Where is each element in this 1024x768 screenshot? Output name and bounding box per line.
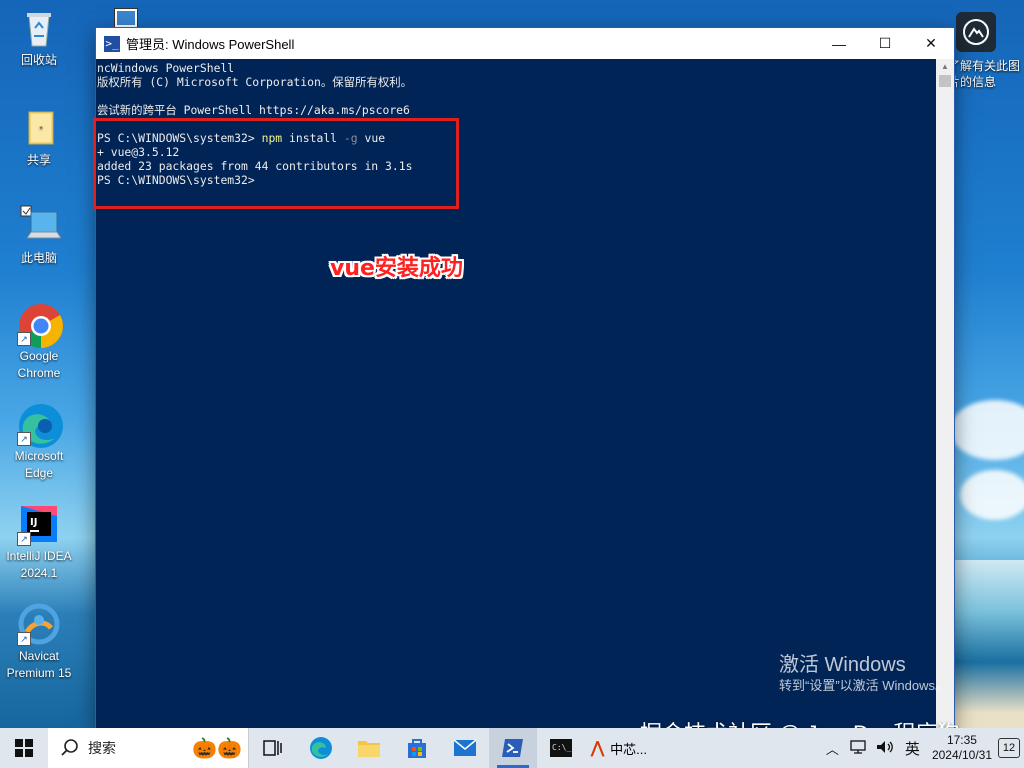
console-line: ncWindows PowerShell	[97, 61, 235, 75]
annotation-label: vue安装成功	[330, 256, 463, 281]
taskbar-edge[interactable]	[297, 728, 345, 768]
ime-indicator[interactable]: 英	[905, 738, 920, 759]
taskbar-store[interactable]	[393, 728, 441, 768]
pumpkin-icon: 🎃🎃	[192, 737, 242, 760]
desktop-icon-edge[interactable]: ↗ Microsoft Edge	[0, 402, 78, 482]
edge-icon: ↗	[17, 402, 63, 448]
desktop-icon-label: 回收站	[20, 53, 57, 67]
remote-desktop-icon[interactable]	[114, 8, 138, 30]
intellij-icon: IJ ↗	[17, 502, 61, 546]
wallpaper-cloud	[960, 470, 1024, 520]
computer-icon	[17, 204, 62, 248]
console-line: 尝试新的跨平台 PowerShell https://aka.ms/pscore…	[97, 103, 410, 117]
shortcut-arrow-icon: ↗	[17, 432, 31, 446]
taskbar-mail[interactable]	[441, 728, 489, 768]
taskbar-cmd[interactable]: C:\_	[537, 728, 585, 768]
network-icon[interactable]	[850, 739, 866, 757]
desktop-icon-recycle-bin[interactable]: 回收站	[0, 6, 78, 69]
activation-subtitle: 转到“设置”以激活 Windows。	[779, 678, 949, 693]
svg-text:C:\_: C:\_	[552, 743, 571, 752]
search-icon	[61, 739, 78, 756]
taskbar: 搜索 🎃🎃 C:\_ ⋀ 中芯... ︿ 英 17:35 2024/10/31	[0, 728, 1024, 768]
folder-icon: *	[17, 106, 61, 150]
close-button[interactable]: ✕	[908, 28, 954, 59]
scrollbar-thumb[interactable]	[939, 75, 951, 87]
console-line: ​	[97, 89, 935, 103]
system-tray: ︿ 英 17:35 2024/10/31 12	[820, 728, 1024, 768]
desktop-icon-label: Navicat Premium 15	[6, 649, 72, 680]
learn-about-picture-button[interactable]	[956, 12, 996, 52]
search-placeholder: 搜索	[88, 740, 116, 756]
desktop-icon-label: 共享	[26, 153, 51, 167]
window-title: 管理员: Windows PowerShell	[126, 37, 295, 52]
console-line: 版权所有 (C) Microsoft Corporation。保留所有权利。	[97, 75, 412, 89]
terminal-icon: C:\_	[550, 739, 572, 757]
volume-icon[interactable]	[876, 740, 894, 757]
widget-label-line1: 了解有关此图	[948, 59, 1021, 73]
shortcut-arrow-icon: ↗	[17, 532, 31, 546]
highlight-box	[93, 118, 459, 209]
window-titlebar[interactable]: >_ 管理员: Windows PowerShell — ☐ ✕	[96, 28, 954, 59]
activation-title: 激活 Windows	[779, 654, 906, 676]
picture-info-icon	[963, 19, 989, 45]
clock-time: 17:35	[946, 733, 977, 747]
powershell-icon	[502, 739, 523, 757]
clock-date: 2024/10/31	[931, 748, 992, 762]
shortcut-arrow-icon: ↗	[17, 632, 31, 646]
chevron-up-icon[interactable]: ︿	[826, 739, 839, 758]
desktop-icon-label: IntelliJ IDEA 2024.1	[6, 549, 72, 580]
desktop-icon-share[interactable]: * 共享	[0, 106, 78, 169]
desktop-icon-this-pc[interactable]: 此电脑	[0, 204, 78, 267]
task-view-button[interactable]	[249, 728, 297, 768]
shortcut-arrow-icon: ↗	[17, 332, 31, 346]
store-icon	[408, 739, 426, 758]
wallpaper-cloud	[950, 400, 1024, 460]
chrome-icon: ↗	[17, 302, 63, 348]
start-button[interactable]	[0, 728, 48, 768]
learn-about-picture-label: 了解有关此图 片的信息	[948, 58, 1024, 90]
desktop-icon-label: Google Chrome	[17, 349, 61, 380]
taskbar-clock[interactable]: 17:35 2024/10/31	[932, 733, 992, 763]
maximize-button[interactable]: ☐	[862, 28, 908, 59]
desktop-icon-label: 此电脑	[20, 251, 57, 265]
folder-icon	[358, 741, 380, 757]
minimize-button[interactable]: —	[816, 28, 862, 59]
task-view-icon	[263, 740, 282, 756]
console-scrollbar[interactable]: ▲	[936, 59, 954, 728]
notification-center-button[interactable]: 12	[998, 738, 1020, 758]
recycle-bin-icon	[17, 6, 61, 50]
windows-logo-icon	[15, 739, 33, 757]
scroll-up-arrow-icon[interactable]: ▲	[936, 59, 954, 75]
desktop-icon-navicat[interactable]: ↗ Navicat Premium 15	[0, 602, 78, 682]
taskbar-running-app[interactable]: ⋀ 中芯...	[585, 728, 675, 768]
taskbar-file-explorer[interactable]	[345, 728, 393, 768]
taskbar-powershell[interactable]	[489, 728, 537, 768]
mail-icon	[453, 739, 477, 756]
svg-text:IJ: IJ	[30, 517, 37, 528]
edge-icon	[310, 737, 332, 759]
running-app-label: 中芯...	[610, 741, 647, 757]
app-logo-icon: ⋀	[591, 740, 605, 757]
taskbar-search-box[interactable]: 搜索 🎃🎃	[48, 728, 249, 768]
widget-label-line2: 片的信息	[948, 75, 997, 89]
desktop-icon-intellij[interactable]: IJ ↗ IntelliJ IDEA 2024.1	[0, 502, 78, 582]
navicat-icon: ↗	[17, 602, 61, 646]
svg-text:*: *	[39, 125, 42, 134]
desktop-icon-label: Microsoft Edge	[14, 449, 64, 480]
desktop-icon-chrome[interactable]: ↗ Google Chrome	[0, 302, 78, 382]
powershell-icon: >_	[104, 35, 120, 52]
